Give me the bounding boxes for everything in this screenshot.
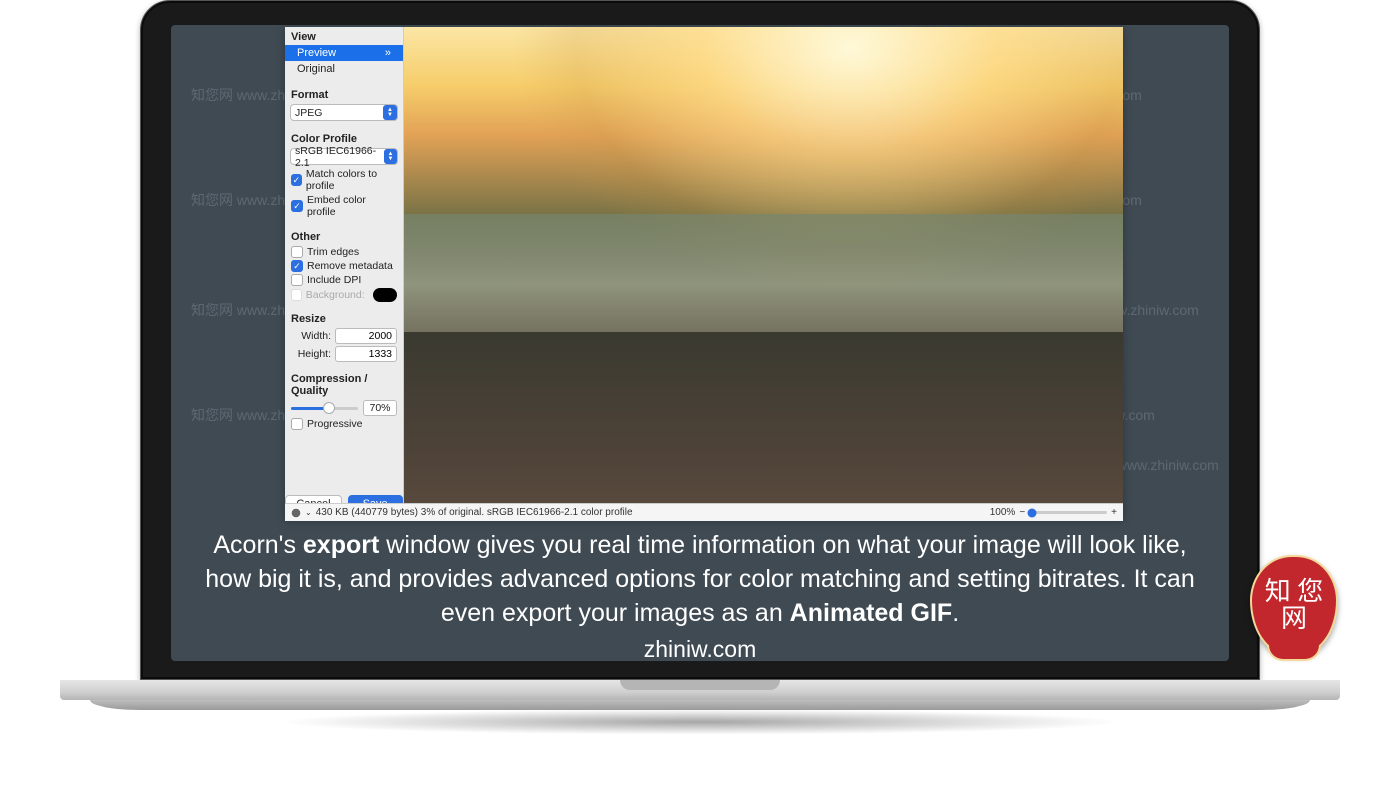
laptop-shadow: [100, 710, 1300, 750]
zoom-in-button[interactable]: +: [1111, 507, 1117, 518]
format-value: JPEG: [295, 107, 322, 119]
remove-metadata-checkbox[interactable]: ✓: [291, 260, 303, 272]
status-info: 430 KB (440779 bytes) 3% of original. sR…: [316, 507, 633, 518]
height-input[interactable]: [335, 346, 397, 362]
zoom-value: 100%: [990, 507, 1016, 518]
progressive-row[interactable]: Progressive: [285, 417, 403, 431]
height-row: Height:: [285, 345, 403, 363]
format-section-title: Format: [285, 85, 403, 103]
brand-badge: 知 您网: [1250, 555, 1340, 665]
progressive-label: Progressive: [307, 418, 362, 430]
match-colors-row[interactable]: ✓ Match colors to profile: [285, 167, 403, 193]
trim-edges-checkbox[interactable]: [291, 246, 303, 258]
match-colors-checkbox[interactable]: ✓: [291, 174, 302, 186]
include-dpi-row[interactable]: Include DPI: [285, 273, 403, 287]
remove-metadata-label: Remove metadata: [307, 260, 393, 272]
laptop-base: [60, 680, 1340, 716]
laptop-mockup: 知您网 www.zhiniw.com 知您网 www.zhiniw.com 知您…: [60, 0, 1340, 750]
view-section-title: View: [285, 27, 403, 45]
width-row: Width:: [285, 327, 403, 345]
color-profile-select[interactable]: sRGB IEC61966-2.1 ▲▼: [290, 148, 398, 165]
export-window: View Preview » Original Format JPEG ▲▼ C…: [285, 27, 1123, 519]
select-arrows-icon: ▲▼: [383, 105, 397, 120]
color-profile-value: sRGB IEC61966-2.1: [295, 145, 384, 169]
screen-bezel: 知您网 www.zhiniw.com 知您网 www.zhiniw.com 知您…: [140, 0, 1260, 680]
width-label: Width:: [301, 330, 331, 342]
background-row: Background:: [285, 287, 403, 303]
match-colors-label: Match colors to profile: [306, 168, 397, 192]
status-bar: ⌄ 430 KB (440779 bytes) 3% of original. …: [285, 503, 1123, 521]
embed-profile-label: Embed color profile: [307, 194, 397, 218]
include-dpi-checkbox[interactable]: [291, 274, 303, 286]
height-label: Height:: [298, 348, 331, 360]
embed-profile-checkbox[interactable]: ✓: [291, 200, 303, 212]
include-dpi-label: Include DPI: [307, 274, 361, 286]
zoom-thumb[interactable]: [1028, 508, 1037, 517]
progressive-checkbox[interactable]: [291, 418, 303, 430]
other-section-title: Other: [285, 227, 403, 245]
remove-metadata-row[interactable]: ✓ Remove metadata: [285, 259, 403, 273]
quality-slider[interactable]: [291, 407, 358, 410]
screen: 知您网 www.zhiniw.com 知您网 www.zhiniw.com 知您…: [171, 25, 1229, 661]
caption-export-bold: export: [303, 531, 379, 559]
background-label: Background:: [306, 289, 365, 301]
resize-section-title: Resize: [285, 309, 403, 327]
embed-profile-row[interactable]: ✓ Embed color profile: [285, 193, 403, 219]
format-select[interactable]: JPEG ▲▼: [290, 104, 398, 121]
quality-value[interactable]: 70%: [363, 400, 397, 416]
slider-thumb[interactable]: [323, 402, 335, 414]
trim-edges-label: Trim edges: [307, 246, 359, 258]
width-input[interactable]: [335, 328, 397, 344]
site-url: zhiniw.com: [201, 634, 1199, 661]
chevron-right-icon: »: [385, 47, 391, 59]
trim-edges-row[interactable]: Trim edges: [285, 245, 403, 259]
background-checkbox: [291, 289, 302, 301]
zoom-slider[interactable]: [1029, 511, 1107, 514]
export-sidebar: View Preview » Original Format JPEG ▲▼ C…: [285, 27, 404, 519]
view-preview-item[interactable]: Preview »: [285, 45, 403, 61]
badge-text: 知 您网: [1250, 555, 1338, 655]
caption-text-1: Acorn's: [213, 531, 303, 559]
background-color-swatch[interactable]: [373, 288, 397, 302]
zoom-out-button[interactable]: −: [1019, 507, 1025, 518]
quality-section-title: Compression / Quality: [285, 369, 403, 399]
quality-slider-row: 70%: [285, 399, 403, 417]
caption: Acorn's export window gives you real tim…: [171, 529, 1229, 661]
chevron-down-icon[interactable]: ⌄: [305, 508, 312, 517]
select-arrows-icon: ▲▼: [384, 149, 397, 164]
image-preview: [404, 27, 1123, 519]
caption-animated-bold: Animated GIF: [790, 599, 953, 627]
view-preview-label: Preview: [297, 47, 336, 59]
view-original-item[interactable]: Original: [285, 61, 403, 77]
acorn-icon[interactable]: [291, 508, 301, 518]
caption-text-3: .: [952, 599, 959, 627]
